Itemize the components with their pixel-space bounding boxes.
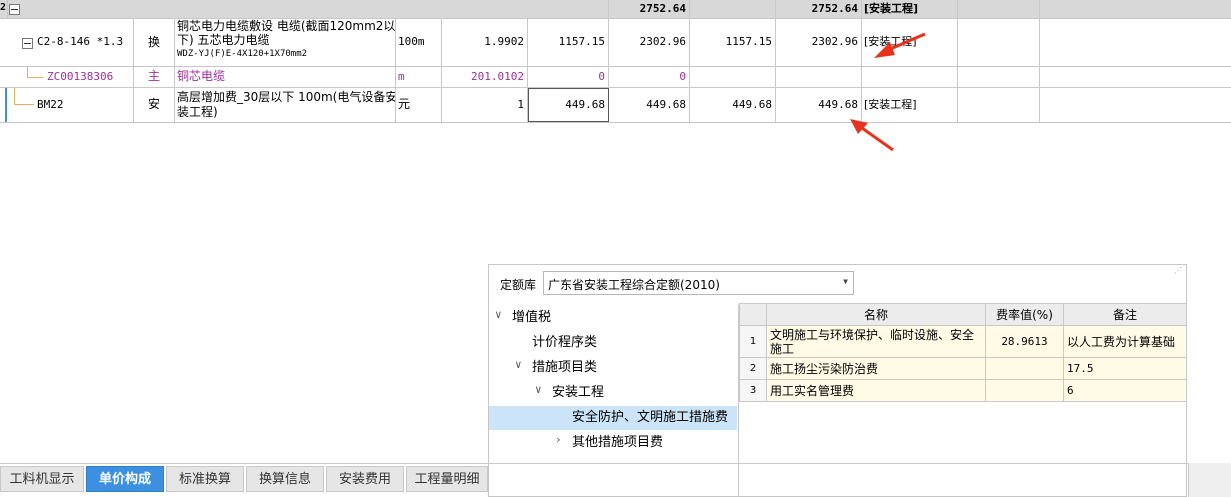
chevron-right-icon[interactable]: › bbox=[555, 433, 562, 446]
fee-name: 用工实名管理费 bbox=[766, 379, 986, 402]
corner-header bbox=[739, 303, 767, 326]
tree-item[interactable]: 计价程序类 bbox=[532, 332, 597, 354]
arrow-icon bbox=[874, 32, 926, 58]
table-row[interactable]: 3 用工实名管理费 6 bbox=[739, 379, 1187, 402]
right-scroll-area bbox=[1188, 463, 1231, 497]
tree-item[interactable]: 其他措施项目费 bbox=[572, 432, 663, 454]
chevron-down-icon[interactable]: ∨ bbox=[495, 308, 502, 321]
annotation-arrows bbox=[850, 32, 926, 152]
tab-bar-line bbox=[0, 463, 1231, 464]
resize-grip-icon[interactable]: ⋰ bbox=[1174, 266, 1182, 275]
tree-item[interactable]: 措施项目类 bbox=[532, 357, 597, 379]
table-row[interactable]: 2 施工扬尘污染防治费 17.5 bbox=[739, 357, 1187, 380]
fee-rate[interactable] bbox=[985, 379, 1064, 402]
tab-quantity-detail[interactable]: 工程量明细 bbox=[406, 466, 488, 492]
tree-item[interactable]: 安全防护、文明施工措施费 bbox=[572, 407, 728, 429]
fee-name: 文明施工与环境保护、临时设施、安全施工 bbox=[766, 325, 986, 358]
tree-item[interactable]: 增值税 bbox=[512, 307, 551, 329]
table-row[interactable]: 1 文明施工与环境保护、临时设施、安全施工 28.9613 以人工费为计算基础 bbox=[739, 325, 1187, 358]
fee-note: 以人工费为计算基础 bbox=[1063, 325, 1187, 358]
library-label: 定额库 bbox=[500, 278, 537, 292]
fee-table: 名称 费率值(%) 备注 1 文明施工与环境保护、临时设施、安全施工 28.96… bbox=[739, 303, 1187, 402]
fee-note: 6 bbox=[1063, 379, 1187, 402]
chevron-down-icon[interactable]: ∨ bbox=[535, 383, 542, 396]
fee-rate[interactable] bbox=[985, 357, 1064, 380]
category-tree: ∨ 增值税 计价程序类 ∨ 措施项目类 ∨ 安装工程 安全防护、文明施工措施费 … bbox=[489, 305, 739, 497]
column-header-rate[interactable]: 费率值(%) bbox=[985, 303, 1064, 326]
arrow-icon bbox=[850, 119, 894, 152]
fee-name: 施工扬尘污染防治费 bbox=[766, 357, 986, 380]
tab-unit-price[interactable]: 单价构成 bbox=[86, 466, 164, 492]
fee-note: 17.5 bbox=[1063, 357, 1187, 380]
tab-standard-conversion[interactable]: 标准换算 bbox=[166, 466, 244, 492]
column-header-name[interactable]: 名称 bbox=[766, 303, 986, 326]
tab-conversion-info[interactable]: 换算信息 bbox=[246, 466, 324, 492]
fee-rate[interactable]: 28.9613 bbox=[985, 325, 1064, 358]
tab-install-fees[interactable]: 安装费用 bbox=[326, 466, 404, 492]
tab-labor-material[interactable]: 工料机显示 bbox=[0, 466, 84, 492]
chevron-down-icon[interactable]: ∨ bbox=[515, 358, 522, 371]
dropdown-arrow-icon[interactable]: ▼ bbox=[843, 277, 848, 286]
column-header-note[interactable]: 备注 bbox=[1063, 303, 1187, 326]
tree-item[interactable]: 安装工程 bbox=[552, 382, 604, 404]
library-select[interactable]: 广东省安装工程综合定额(2010) ▼ bbox=[543, 271, 854, 295]
